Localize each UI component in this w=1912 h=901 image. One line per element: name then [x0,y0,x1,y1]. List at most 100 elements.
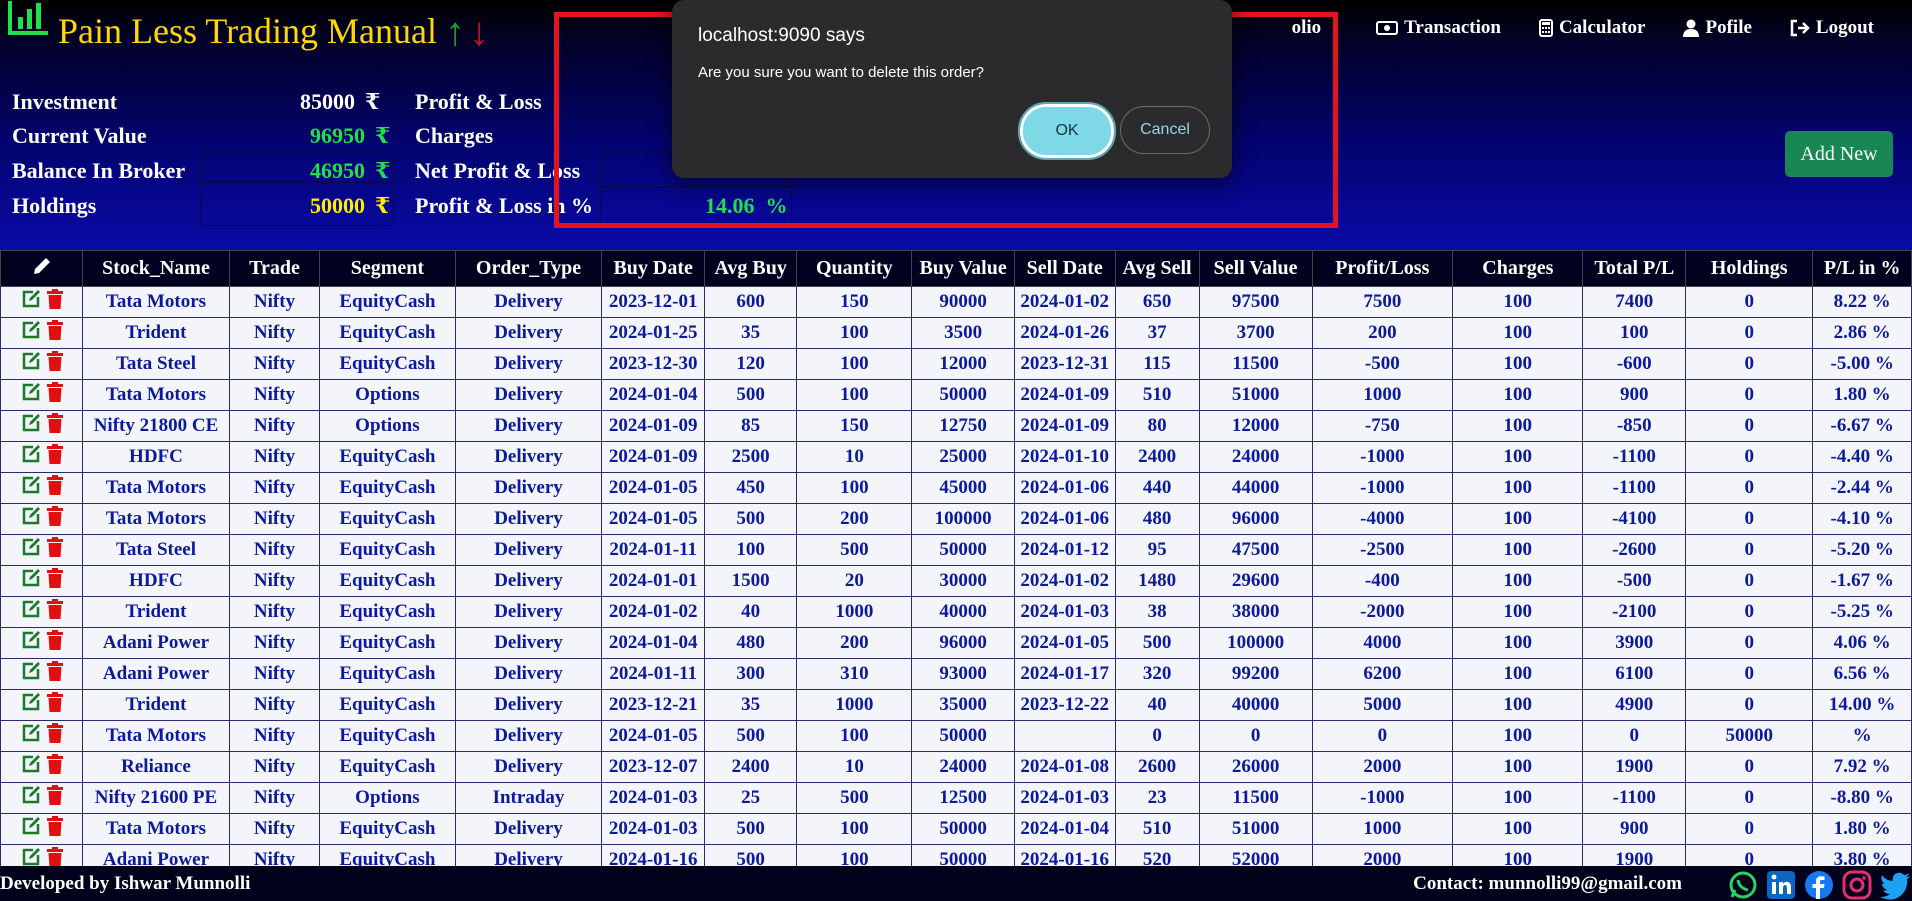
column-header-buy-date[interactable]: Buy Date [601,250,705,287]
edit-icon[interactable] [21,785,41,811]
ok-button[interactable]: OK [1018,102,1116,160]
table-row[interactable]: Trident Nifty EquityCash Delivery 2024-01-02… [0,596,1912,628]
column-header-stock-name[interactable]: Stock_Name [82,250,230,287]
delete-icon[interactable] [46,630,63,656]
edit-icon[interactable] [21,661,41,687]
table-row[interactable]: Tata Motors Nifty EquityCash Delivery 2024-0… [0,813,1912,845]
table-row[interactable]: HDFC Nifty EquityCash Delivery 2024-01-01 150… [0,565,1912,597]
column-header-avg-sell[interactable]: Avg Sell [1114,250,1200,287]
cell-p-l-in: % [1812,720,1912,752]
column-header-p-l-in[interactable]: P/L in % [1812,250,1912,287]
nav-profile[interactable]: Pofile [1683,17,1752,39]
column-header-total-p-l[interactable]: Total P/L [1582,250,1687,287]
delete-icon[interactable] [46,320,63,346]
cell-buy-date: 2024-01-09 [601,410,705,442]
delete-icon[interactable] [46,351,63,377]
edit-icon[interactable] [21,537,41,563]
delete-icon[interactable] [46,537,63,563]
edit-icon[interactable] [21,754,41,780]
whatsapp-icon[interactable] [1728,870,1758,900]
edit-icon[interactable] [21,599,41,625]
delete-icon[interactable] [46,785,63,811]
edit-icon[interactable] [21,816,41,842]
delete-icon[interactable] [46,444,63,470]
nav-profile-label: Pofile [1705,17,1752,38]
table-row[interactable]: Nifty 21600 PE Nifty Options Intraday 2024-0… [0,782,1912,814]
table-row[interactable]: Tata Steel Nifty EquityCash Delivery 2024-01… [0,534,1912,566]
current-value: 96950 ₹ [310,123,390,149]
column-header-quantity[interactable]: Quantity [796,250,913,287]
nav-logout[interactable]: Logout [1790,17,1874,39]
edit-icon[interactable] [21,723,41,749]
instagram-icon[interactable] [1842,870,1872,900]
table-row[interactable]: Reliance Nifty EquityCash Delivery 2023-12-0… [0,751,1912,783]
delete-icon[interactable] [46,723,63,749]
table-row[interactable]: Adani Power Nifty EquityCash Delivery 2024-0… [0,658,1912,690]
column-header-buy-value[interactable]: Buy Value [911,250,1015,287]
cell-sell-date: 2024-01-10 [1013,441,1116,473]
table-row[interactable]: Tata Motors Nifty EquityCash Delivery 2024-0… [0,503,1912,535]
edit-icon[interactable] [21,630,41,656]
column-header-sell-date[interactable]: Sell Date [1013,250,1116,287]
column-header-segment[interactable]: Segment [319,250,456,287]
edit-icon[interactable] [21,692,41,718]
delete-icon[interactable] [46,692,63,718]
nav-transaction[interactable]: Transaction [1376,17,1501,39]
edit-icon[interactable] [21,289,41,315]
delete-icon[interactable] [46,599,63,625]
linkedin-icon[interactable] [1766,870,1796,900]
delete-icon[interactable] [46,661,63,687]
cell-p-l-in: 8.22 % [1812,286,1912,318]
table-row[interactable]: Tata Steel Nifty EquityCash Delivery 2023-12… [0,348,1912,380]
table-row[interactable]: Tata Motors Nifty EquityCash Delivery 2024-0… [0,720,1912,752]
column-header-sell-value[interactable]: Sell Value [1198,250,1313,287]
table-row[interactable]: Trident Nifty EquityCash Delivery 2023-12-21… [0,689,1912,721]
delete-icon[interactable] [46,382,63,408]
cell-avg-sell: 510 [1114,813,1200,845]
cell-profit-loss: -2000 [1311,596,1454,628]
cell-charges: 100 [1452,751,1584,783]
column-header-holdings[interactable]: Holdings [1685,250,1814,287]
delete-icon[interactable] [46,289,63,315]
cell-avg-sell: 480 [1114,503,1200,535]
cell-stock-name: Tata Steel [82,534,230,566]
column-header-avg-buy[interactable]: Avg Buy [703,250,798,287]
table-row[interactable]: HDFC Nifty EquityCash Delivery 2024-01-09 250… [0,441,1912,473]
column-header-charges[interactable]: Charges [1452,250,1584,287]
nav-calculator[interactable]: Calculator [1538,17,1645,39]
table-row[interactable]: Nifty 21800 CE Nifty Options Delivery 2024-0… [0,410,1912,442]
cell-avg-sell: 37 [1114,317,1200,349]
cell-total-p-l: -1100 [1582,472,1687,504]
twitter-icon[interactable] [1880,870,1912,900]
table-row[interactable]: Tata Motors Nifty Options Delivery 2024-01-0… [0,379,1912,411]
delete-icon[interactable] [46,475,63,501]
column-header-trade[interactable]: Trade [228,250,321,287]
cell-segment: Options [319,410,456,442]
cell-segment: EquityCash [319,286,456,318]
row-actions [0,348,84,380]
column-header-profit-loss[interactable]: Profit/Loss [1311,250,1454,287]
edit-icon[interactable] [21,568,41,594]
edit-icon[interactable] [21,475,41,501]
facebook-icon[interactable] [1804,870,1834,900]
cancel-button[interactable]: Cancel [1120,106,1210,154]
delete-icon[interactable] [46,413,63,439]
table-row[interactable]: Tata Motors Nifty EquityCash Delivery 2023-1… [0,286,1912,318]
delete-icon[interactable] [46,506,63,532]
edit-icon[interactable] [21,506,41,532]
delete-icon[interactable] [46,568,63,594]
delete-icon[interactable] [46,816,63,842]
row-actions [0,627,84,659]
edit-icon[interactable] [21,413,41,439]
table-row[interactable]: Tata Motors Nifty EquityCash Delivery 2024-0… [0,472,1912,504]
edit-icon[interactable] [21,444,41,470]
delete-icon[interactable] [46,754,63,780]
edit-icon[interactable] [21,351,41,377]
edit-icon[interactable] [21,320,41,346]
edit-icon[interactable] [21,382,41,408]
cell-avg-buy: 500 [703,503,798,535]
table-row[interactable]: Adani Power Nifty EquityCash Delivery 2024-0… [0,627,1912,659]
column-header-order-type[interactable]: Order_Type [454,250,603,287]
table-row[interactable]: Trident Nifty EquityCash Delivery 2024-01-25… [0,317,1912,349]
add-new-button[interactable]: Add New [1785,131,1893,177]
